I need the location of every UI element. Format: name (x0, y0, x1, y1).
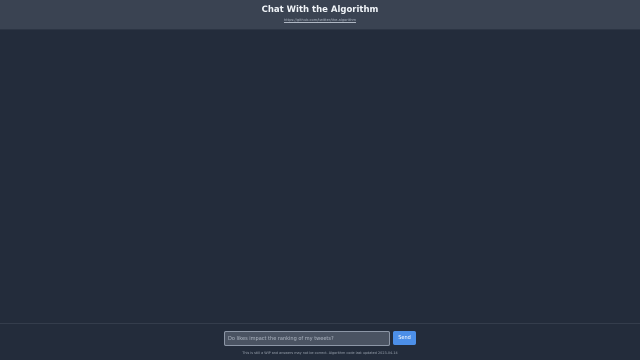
send-button[interactable]: Send (393, 331, 416, 345)
header-bar: Chat With the Algorithm https://github.c… (0, 0, 640, 30)
disclaimer-text: This is still a WIP and answers may not … (242, 351, 398, 355)
message-area[interactable] (0, 30, 640, 323)
chat-app: Chat With the Algorithm https://github.c… (0, 0, 640, 360)
question-input[interactable] (224, 331, 390, 346)
composer-bar: Send This is still a WIP and answers may… (0, 323, 640, 360)
repo-link[interactable]: https://github.com/twitter/the-algorithm (0, 18, 640, 23)
page-title: Chat With the Algorithm (261, 5, 379, 15)
